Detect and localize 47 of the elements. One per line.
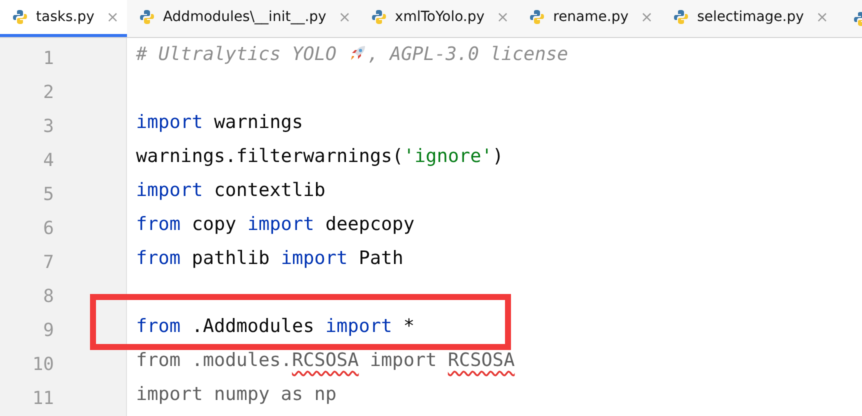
code-text: warnings	[212, 112, 304, 133]
file-tab[interactable]: selectimage.py ×	[661, 0, 836, 37]
code-text: from .modules.	[136, 350, 292, 371]
string-literal: 'ignore'	[403, 146, 492, 167]
line-number: 6	[42, 217, 55, 241]
python-file-icon	[673, 9, 690, 25]
code-text: warnings.filterwarnings(	[136, 146, 404, 167]
line-number: 8	[42, 285, 55, 309]
code-text: pathlib	[190, 248, 271, 269]
code-text: RCSOSA	[448, 350, 515, 371]
line-number: 9	[42, 319, 55, 343]
line-number: 10	[31, 353, 55, 377]
code-text: contextlib	[212, 180, 326, 201]
code-text: Path	[358, 248, 404, 269]
line-number: 2	[42, 81, 55, 105]
line-number: 3	[42, 115, 55, 139]
keyword-text: import	[325, 316, 392, 337]
python-file-icon	[370, 9, 387, 25]
line-number: 5	[42, 183, 55, 207]
keyword-text: from	[136, 214, 181, 235]
keyword-text: import	[280, 248, 348, 269]
comment-text: , AGPL-3.0 license	[368, 44, 568, 65]
keyword-text: import	[136, 180, 203, 201]
python-file-icon	[529, 9, 546, 25]
code-text: import	[368, 350, 438, 371]
comment-text: # Ultralytics YOLO	[136, 44, 338, 65]
code-text: RCSOSA	[292, 350, 359, 371]
code-text: import numpy as np	[136, 384, 336, 405]
keyword-text: import	[136, 112, 203, 133]
code-text: )	[492, 146, 504, 167]
file-tab[interactable]: xmlToYolo.py ×	[358, 0, 518, 37]
keyword-text: from	[136, 248, 181, 269]
keyword-text: import	[247, 214, 314, 235]
python-file-icon	[138, 9, 155, 25]
code-text: deepcopy	[324, 214, 414, 235]
line-number: 7	[42, 251, 55, 275]
line-number: 4	[42, 149, 55, 173]
file-tab[interactable]: rename.py ×	[517, 0, 662, 37]
file-tab[interactable]: tasks.py ×	[0, 0, 127, 37]
code-text: *	[402, 316, 414, 337]
code-text: copy	[190, 214, 238, 235]
file-tab[interactable]: Addmodules\__init__.py ×	[126, 0, 359, 37]
keyword-text: from	[136, 316, 181, 337]
line-number: 11	[31, 387, 55, 411]
code-text: .Addmodules	[190, 316, 316, 337]
python-file-icon	[12, 9, 28, 25]
line-number: 1	[42, 47, 55, 71]
